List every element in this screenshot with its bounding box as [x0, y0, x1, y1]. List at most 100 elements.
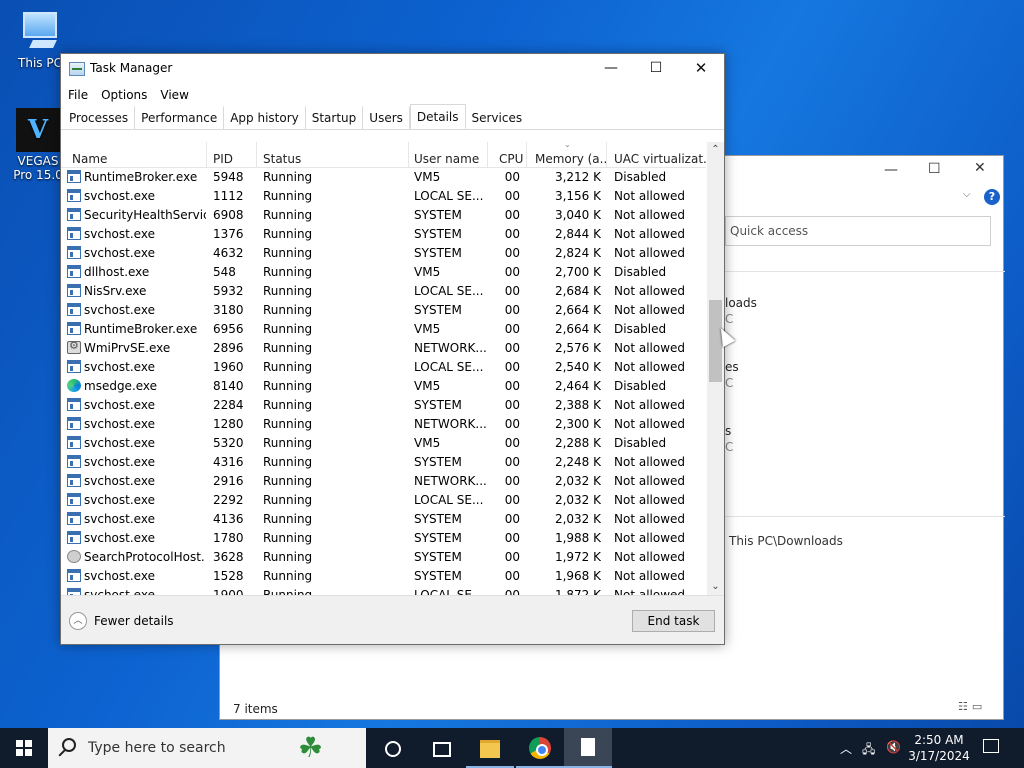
table-row[interactable]: svchost.exe 1528 Running SYSTEM 00 1,968 K Not… — [61, 567, 706, 586]
column-header-status[interactable]: Status — [257, 142, 409, 168]
table-row[interactable]: svchost.exe 1376 Running SYSTEM 00 2,844 K Not… — [61, 225, 706, 244]
table-row[interactable]: svchost.exe 4316 Running SYSTEM 00 2,248 K Not… — [61, 453, 706, 472]
end-task-button[interactable]: End task — [632, 610, 715, 632]
cell-status: Running — [263, 493, 313, 507]
cell-name: svchost.exe — [84, 360, 155, 374]
scroll-up-icon[interactable]: ⌃ — [707, 142, 724, 158]
chevron-down-icon[interactable]: ⌵ — [963, 189, 971, 200]
cell-uac: Not allowed — [614, 246, 686, 260]
table-row[interactable]: svchost.exe 1900 Running LOCAL SE... 00 1,872… — [61, 586, 706, 595]
title-bar[interactable]: Task Manager — ☐ ✕ — [61, 54, 724, 84]
cell-memory: 2,464 K — [554, 379, 601, 393]
maximize-button[interactable]: ☐ — [633, 54, 679, 84]
table-row[interactable]: svchost.exe 1780 Running SYSTEM 00 1,988 K Not… — [61, 529, 706, 548]
column-header-pid[interactable]: PID — [207, 142, 257, 168]
vegas-app-icon: V — [16, 108, 60, 152]
start-button[interactable] — [0, 728, 48, 768]
table-row[interactable]: NisSrv.exe 5932 Running LOCAL SE... 00 2,684 … — [61, 282, 706, 301]
cell-user-name: SYSTEM — [414, 569, 462, 583]
tab-startup[interactable]: Startup — [306, 106, 364, 129]
minimize-button[interactable]: — — [588, 54, 634, 84]
view-toggle-icons[interactable]: ☷▭ — [958, 700, 986, 713]
active-app-icon[interactable] — [564, 728, 612, 768]
close-button[interactable]: ✕ — [678, 54, 724, 84]
cell-pid: 1900 — [213, 588, 244, 595]
table-row[interactable]: msedge.exe 8140 Running VM5 00 2,464 K Disable… — [61, 377, 706, 396]
table-row[interactable]: svchost.exe 2284 Running SYSTEM 00 2,388 K Not… — [61, 396, 706, 415]
cell-cpu: 00 — [504, 189, 520, 203]
folder-item-pictures[interactable]: es C — [725, 360, 739, 390]
table-row[interactable]: svchost.exe 4632 Running SYSTEM 00 2,824 K Not… — [61, 244, 706, 263]
chevron-up-icon[interactable]: ︿ — [840, 740, 852, 757]
help-icon[interactable]: ? — [984, 189, 1000, 205]
clock-time: 2:50 AM — [914, 733, 964, 747]
table-row[interactable]: svchost.exe 1280 Running NETWORK... 00 2,300 … — [61, 415, 706, 434]
table-row[interactable]: svchost.exe 2292 Running LOCAL SE... 00 2,032… — [61, 491, 706, 510]
task-manager-window[interactable]: Task Manager — ☐ ✕ File Options View Pro… — [60, 53, 736, 645]
table-row[interactable]: svchost.exe 1112 Running LOCAL SE... 00 3,156… — [61, 187, 706, 206]
scroll-down-icon[interactable]: ⌄ — [707, 579, 724, 595]
windows-logo-icon — [16, 740, 32, 756]
table-row[interactable]: SearchProtocolHost.... 3628 Running SYSTEM 0… — [61, 548, 706, 567]
table-row[interactable]: svchost.exe 4136 Running SYSTEM 00 2,032 K Not… — [61, 510, 706, 529]
chrome-icon[interactable] — [516, 728, 564, 768]
tab-processes[interactable]: Processes — [63, 106, 136, 129]
quick-access-search[interactable]: Quick access — [725, 216, 991, 246]
cell-pid: 6908 — [213, 208, 244, 222]
taskbar-search-box[interactable]: Type here to search ☘ — [48, 728, 366, 768]
table-row[interactable]: WmiPrvSE.exe 2896 Running NETWORK... 00 2,576… — [61, 339, 706, 358]
maximize-icon[interactable]: ☐ — [928, 161, 941, 177]
search-icon — [62, 738, 76, 752]
tab-app-history[interactable]: App history — [224, 106, 306, 129]
cell-user-name: SYSTEM — [414, 208, 462, 222]
menu-view[interactable]: View — [160, 84, 195, 106]
menu-file[interactable]: File — [68, 84, 95, 106]
volume-muted-icon[interactable]: 🔇 — [886, 740, 901, 754]
cell-cpu: 00 — [504, 436, 520, 450]
table-row[interactable]: RuntimeBroker.exe 6956 Running VM5 00 2,664 K… — [61, 320, 706, 339]
task-manager-icon — [69, 62, 85, 76]
tab-details[interactable]: Details — [409, 104, 466, 129]
cell-pid: 1528 — [213, 569, 244, 583]
menu-options[interactable]: Options — [101, 84, 154, 106]
network-icon[interactable]: 🖧 — [862, 740, 875, 761]
tab-users[interactable]: Users — [363, 106, 410, 129]
folder-label: es — [725, 360, 739, 374]
cell-memory: 3,040 K — [554, 208, 601, 222]
vertical-scrollbar[interactable]: ⌃ ⌄ — [707, 142, 724, 595]
folder-label: s — [725, 424, 732, 438]
cell-name: svchost.exe — [84, 512, 155, 526]
tab-services[interactable]: Services — [466, 106, 529, 129]
tab-performance[interactable]: Performance — [135, 106, 225, 129]
table-row[interactable]: svchost.exe 3180 Running SYSTEM 00 2,664 K Not… — [61, 301, 706, 320]
cell-cpu: 00 — [504, 379, 520, 393]
system-clock[interactable]: 2:50 AM 3/17/2024 — [904, 732, 974, 764]
cell-cpu: 00 — [504, 170, 520, 184]
table-row[interactable]: dllhost.exe 548 Running VM5 00 2,700 K Disable… — [61, 263, 706, 282]
clover-icon: ☘ — [298, 731, 324, 764]
process-window-icon — [67, 569, 81, 582]
table-row[interactable]: svchost.exe 5320 Running VM5 00 2,288 K Disabl… — [61, 434, 706, 453]
task-view-icon[interactable] — [416, 728, 464, 768]
column-header-uac[interactable]: UAC virtualizat... — [607, 142, 706, 168]
table-row[interactable]: RuntimeBroker.exe 5948 Running VM5 00 3,212 K… — [61, 168, 706, 187]
column-header-cpu[interactable]: CPU — [488, 142, 527, 168]
table-row[interactable]: SecurityHealthServic... 6908 Running SYSTEM… — [61, 206, 706, 225]
cell-pid: 1780 — [213, 531, 244, 545]
cell-cpu: 00 — [504, 341, 520, 355]
folder-item-downloads[interactable]: loads C — [725, 296, 757, 326]
cell-name: svchost.exe — [84, 436, 155, 450]
column-header-user-name[interactable]: User name — [409, 142, 488, 168]
file-explorer-icon[interactable] — [466, 728, 514, 768]
notifications-icon[interactable] — [983, 739, 999, 753]
folder-item-documents[interactable]: s C — [725, 424, 733, 454]
chevron-up-icon[interactable]: ︿ — [69, 612, 87, 630]
column-header-name[interactable]: Name — [61, 142, 207, 168]
cortana-icon[interactable] — [368, 728, 416, 768]
table-row[interactable]: svchost.exe 2916 Running NETWORK... 00 2,032 … — [61, 472, 706, 491]
close-icon[interactable]: ✕ — [974, 160, 986, 176]
table-row[interactable]: svchost.exe 1960 Running LOCAL SE... 00 2,540… — [61, 358, 706, 377]
cell-uac: Not allowed — [614, 303, 686, 317]
minimize-icon[interactable]: — — [884, 162, 898, 178]
fewer-details-link[interactable]: Fewer details — [94, 614, 174, 628]
